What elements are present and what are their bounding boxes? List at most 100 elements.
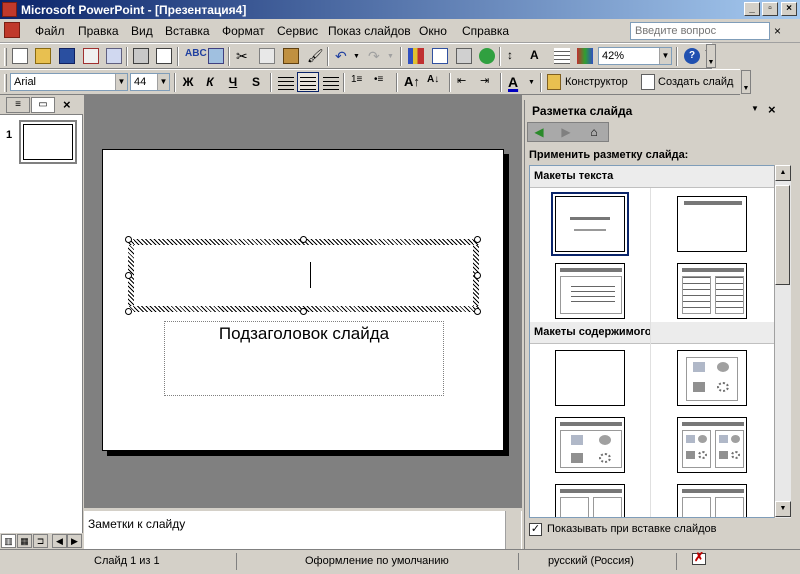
resize-handle[interactable] — [125, 236, 132, 243]
scroll-right-icon[interactable]: ▶ — [67, 534, 82, 548]
menu-slideshow[interactable]: Показ слайдов — [328, 24, 411, 38]
toolbar-grip[interactable] — [4, 74, 7, 92]
resize-handle[interactable] — [125, 272, 132, 279]
layout-title-four-content[interactable] — [677, 484, 747, 517]
menu-format[interactable]: Формат — [222, 24, 265, 38]
new-document-icon[interactable] — [12, 48, 28, 64]
task-pane-menu-icon[interactable]: ▼ — [751, 104, 759, 113]
forward-icon[interactable]: ▶ — [556, 124, 576, 140]
font-select[interactable]: Arial ▼ — [10, 73, 128, 91]
notes-scrollbar[interactable] — [505, 511, 521, 549]
zoom-dropdown-icon[interactable]: ▼ — [659, 48, 671, 64]
font-size-select[interactable]: 44 ▼ — [130, 73, 170, 91]
subtitle-placeholder-text[interactable]: Подзаголовок слайда — [164, 324, 444, 344]
menu-view[interactable]: Вид — [131, 24, 153, 38]
layout-blank[interactable] — [555, 350, 625, 406]
normal-view-icon[interactable]: ▥ — [1, 534, 16, 548]
email-icon[interactable] — [106, 48, 122, 64]
save-icon[interactable] — [59, 48, 75, 64]
layout-title-and-text[interactable] — [555, 263, 625, 319]
redo-dropdown-icon[interactable]: ▼ — [387, 53, 394, 60]
layout-title-content-text[interactable] — [555, 484, 625, 517]
print-icon[interactable] — [133, 48, 149, 64]
permission-icon[interactable] — [83, 48, 99, 64]
font-size-dropdown-icon[interactable]: ▼ — [157, 74, 169, 90]
scroll-up-icon[interactable]: ▲ — [775, 165, 791, 181]
outline-tab-icon[interactable]: ≡ — [6, 97, 30, 113]
align-center-button[interactable] — [297, 72, 319, 92]
show-formatting-icon[interactable]: A — [530, 48, 546, 64]
cut-icon[interactable]: ✂ — [236, 48, 252, 64]
insert-chart-icon[interactable] — [408, 48, 424, 64]
research-icon[interactable] — [208, 48, 224, 64]
standard-toolbar-options-icon[interactable]: ▼ — [706, 44, 716, 68]
show-on-insert-checkbox[interactable]: ✓ — [529, 523, 542, 536]
color-grayscale-icon[interactable] — [577, 48, 593, 64]
menu-edit[interactable]: Правка — [78, 24, 119, 38]
italic-button[interactable]: К — [202, 73, 218, 92]
resize-handle[interactable] — [300, 236, 307, 243]
align-right-icon[interactable] — [323, 74, 339, 90]
toolbar-grip[interactable] — [4, 48, 7, 66]
format-painter-icon[interactable]: 🖌 — [307, 48, 324, 64]
help-icon[interactable]: ? — [684, 48, 700, 64]
paste-icon[interactable] — [283, 48, 299, 64]
close-button[interactable]: × — [781, 2, 797, 16]
spelling-status-icon[interactable]: ✗ — [690, 550, 710, 567]
increase-font-icon[interactable]: A↑ — [404, 74, 420, 90]
print-preview-icon[interactable] — [156, 48, 172, 64]
spelling-icon[interactable]: ABC — [185, 48, 207, 64]
new-slide-button[interactable]: Создать слайд — [658, 76, 733, 88]
show-on-insert-label[interactable]: Показывать при вставке слайдов — [547, 523, 717, 535]
insert-table-icon[interactable] — [432, 48, 448, 64]
scroll-left-icon[interactable]: ◀ — [52, 534, 67, 548]
tables-borders-icon[interactable] — [456, 48, 472, 64]
powerpoint-app-icon[interactable] — [2, 2, 17, 17]
resize-handle[interactable] — [474, 272, 481, 279]
layout-title-and-content[interactable] — [555, 417, 625, 473]
zoom-select[interactable]: 42% ▼ — [598, 47, 672, 65]
align-left-icon[interactable] — [278, 74, 294, 90]
menu-tools[interactable]: Сервис — [277, 24, 318, 38]
menu-file[interactable]: Файл — [35, 24, 65, 38]
bullets-icon[interactable]: •≡ — [374, 74, 390, 90]
title-placeholder[interactable] — [128, 239, 479, 312]
expand-all-icon[interactable]: ↕ — [507, 48, 523, 64]
font-color-dropdown-icon[interactable]: ▼ — [528, 79, 535, 86]
insert-diagram-icon[interactable] — [479, 48, 495, 64]
layout-title-slide[interactable] — [551, 192, 629, 256]
undo-dropdown-icon[interactable]: ▼ — [353, 53, 360, 60]
task-pane-close-icon[interactable]: × — [768, 102, 776, 117]
font-dropdown-icon[interactable]: ▼ — [115, 74, 127, 90]
resize-handle[interactable] — [300, 308, 307, 315]
shadow-button[interactable]: S — [248, 73, 264, 92]
document-icon[interactable] — [4, 22, 20, 38]
formatting-toolbar-options-icon[interactable]: ▼ — [741, 70, 751, 94]
slideshow-view-icon[interactable]: ⊐ — [33, 534, 48, 548]
scroll-down-icon[interactable]: ▼ — [775, 501, 791, 517]
back-icon[interactable]: ◀ — [529, 124, 549, 140]
resize-handle[interactable] — [474, 236, 481, 243]
layout-content[interactable] — [677, 350, 747, 406]
layouts-scroll-thumb[interactable] — [775, 185, 790, 285]
copy-icon[interactable] — [259, 48, 275, 64]
help-question-input[interactable] — [630, 22, 770, 40]
layout-title-only[interactable] — [677, 196, 747, 252]
slide-thumbnail[interactable] — [19, 120, 77, 164]
menu-insert[interactable]: Вставка — [165, 24, 210, 38]
menu-help[interactable]: Справка — [462, 24, 509, 38]
resize-handle[interactable] — [125, 308, 132, 315]
numbering-icon[interactable]: 1≡ — [351, 74, 367, 90]
bold-button[interactable]: Ж — [180, 73, 196, 92]
layout-title-and-two-content[interactable] — [677, 417, 747, 473]
designer-button[interactable]: Конструктор — [565, 76, 628, 88]
layout-two-columns[interactable] — [677, 263, 747, 319]
increase-indent-icon[interactable]: ⇥ — [480, 74, 496, 90]
slide-sorter-view-icon[interactable]: ▦ — [17, 534, 32, 548]
resize-handle[interactable] — [474, 308, 481, 315]
decrease-indent-icon[interactable]: ⇤ — [457, 74, 473, 90]
minimize-button[interactable]: _ — [744, 2, 760, 16]
maximize-button[interactable]: ▫ — [762, 2, 778, 16]
underline-button[interactable]: Ч — [225, 73, 241, 92]
font-color-icon[interactable]: A — [508, 74, 524, 90]
